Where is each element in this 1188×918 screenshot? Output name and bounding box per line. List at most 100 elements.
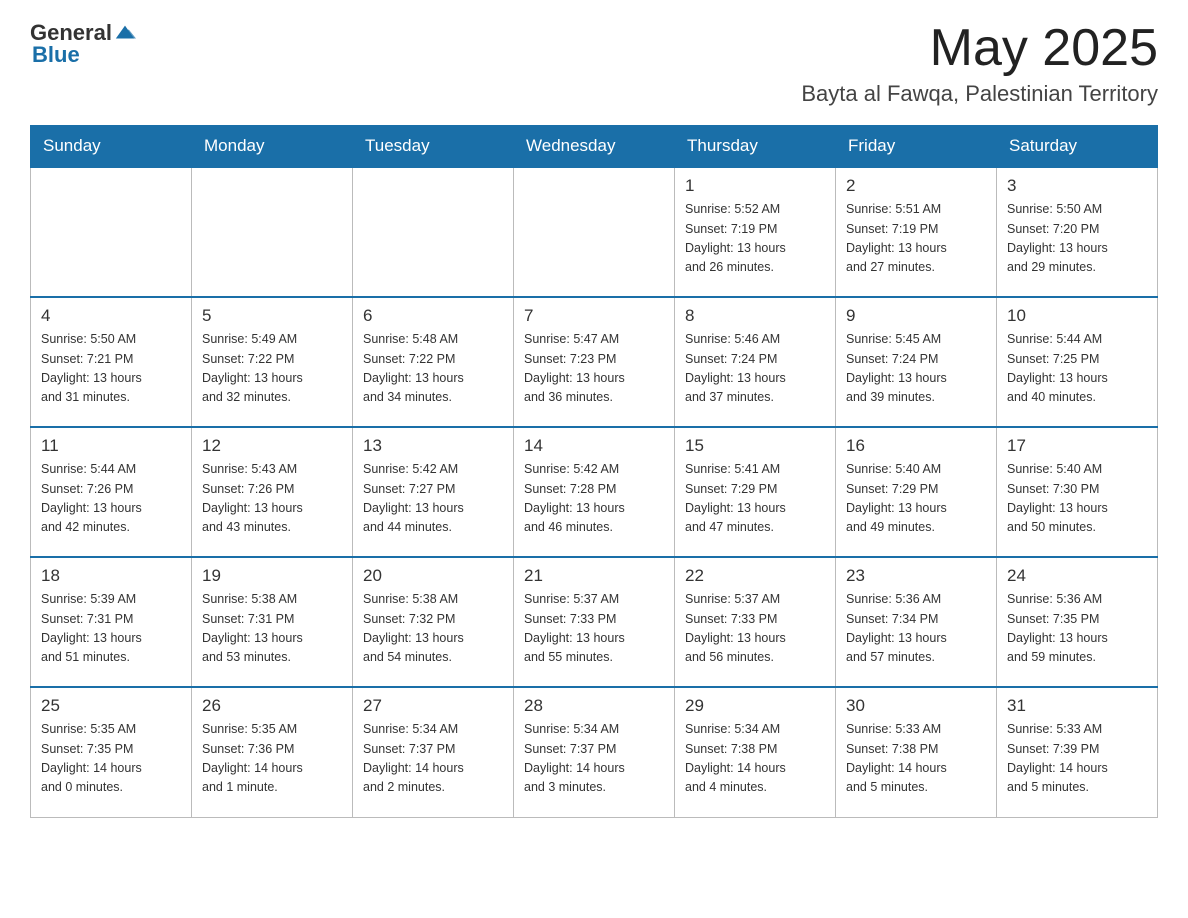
day-number: 17 bbox=[1007, 436, 1147, 456]
calendar-cell: 5Sunrise: 5:49 AMSunset: 7:22 PMDaylight… bbox=[192, 297, 353, 427]
calendar-cell: 23 Sunrise: 5:36 AMSunset: 7:34 PMDayligh… bbox=[836, 557, 997, 687]
day-number: 13 bbox=[363, 436, 503, 456]
day-number: 19 bbox=[202, 566, 342, 586]
day-info: Sunrise: 5:47 AMSunset: 7:23 PMDaylight:… bbox=[524, 330, 664, 408]
calendar-cell bbox=[192, 167, 353, 297]
day-info: Sunrise: 5:39 AMSunset: 7:31 PMDaylight:… bbox=[41, 590, 181, 668]
day-info: Sunrise: 5:41 AMSunset: 7:29 PMDaylight:… bbox=[685, 460, 825, 538]
calendar-cell: 13 Sunrise: 5:42 AMSunset: 7:27 PMDayligh… bbox=[353, 427, 514, 557]
day-number: 11 bbox=[41, 436, 181, 456]
calendar-cell: 24 Sunrise: 5:36 AMSunset: 7:35 PMDayligh… bbox=[997, 557, 1158, 687]
weekday-header-row: SundayMondayTuesdayWednesdayThursdayFrid… bbox=[31, 126, 1158, 168]
week-row-5: 25Sunrise: 5:35 AMSunset: 7:35 PMDayligh… bbox=[31, 687, 1158, 817]
day-info: Sunrise: 5:37 AMSunset: 7:33 PMDaylight:… bbox=[524, 590, 664, 668]
day-number: 23 bbox=[846, 566, 986, 586]
calendar-cell: 16 Sunrise: 5:40 AMSunset: 7:29 PMDayligh… bbox=[836, 427, 997, 557]
weekday-header-thursday: Thursday bbox=[675, 126, 836, 168]
calendar-cell: 18 Sunrise: 5:39 AMSunset: 7:31 PMDayligh… bbox=[31, 557, 192, 687]
calendar-cell: 15 Sunrise: 5:41 AMSunset: 7:29 PMDayligh… bbox=[675, 427, 836, 557]
day-number: 16 bbox=[846, 436, 986, 456]
calendar-cell: 1Sunrise: 5:52 AMSunset: 7:19 PMDaylight… bbox=[675, 167, 836, 297]
day-number: 22 bbox=[685, 566, 825, 586]
day-info: Sunrise: 5:43 AMSunset: 7:26 PMDaylight:… bbox=[202, 460, 342, 538]
calendar-cell bbox=[31, 167, 192, 297]
calendar-cell bbox=[514, 167, 675, 297]
calendar-cell bbox=[353, 167, 514, 297]
calendar-cell: 14Sunrise: 5:42 AMSunset: 7:28 PMDayligh… bbox=[514, 427, 675, 557]
calendar-table: SundayMondayTuesdayWednesdayThursdayFrid… bbox=[30, 125, 1158, 818]
calendar-cell: 9Sunrise: 5:45 AMSunset: 7:24 PMDaylight… bbox=[836, 297, 997, 427]
day-number: 10 bbox=[1007, 306, 1147, 326]
day-info: Sunrise: 5:50 AMSunset: 7:20 PMDaylight:… bbox=[1007, 200, 1147, 278]
weekday-header-monday: Monday bbox=[192, 126, 353, 168]
day-info: Sunrise: 5:34 AMSunset: 7:37 PMDaylight:… bbox=[363, 720, 503, 798]
day-number: 21 bbox=[524, 566, 664, 586]
weekday-header-sunday: Sunday bbox=[31, 126, 192, 168]
day-info: Sunrise: 5:50 AMSunset: 7:21 PMDaylight:… bbox=[41, 330, 181, 408]
day-number: 12 bbox=[202, 436, 342, 456]
day-number: 4 bbox=[41, 306, 181, 326]
calendar-cell: 17 Sunrise: 5:40 AMSunset: 7:30 PMDayligh… bbox=[997, 427, 1158, 557]
day-info: Sunrise: 5:36 AMSunset: 7:34 PMDaylight:… bbox=[846, 590, 986, 668]
logo-icon bbox=[114, 22, 136, 44]
day-number: 15 bbox=[685, 436, 825, 456]
day-info: Sunrise: 5:38 AMSunset: 7:31 PMDaylight:… bbox=[202, 590, 342, 668]
month-title: May 2025 bbox=[801, 20, 1158, 77]
location-title: Bayta al Fawqa, Palestinian Territory bbox=[801, 81, 1158, 107]
calendar-cell: 27Sunrise: 5:34 AMSunset: 7:37 PMDayligh… bbox=[353, 687, 514, 817]
day-number: 28 bbox=[524, 696, 664, 716]
calendar-cell: 30 Sunrise: 5:33 AMSunset: 7:38 PMDayligh… bbox=[836, 687, 997, 817]
calendar-cell: 20Sunrise: 5:38 AMSunset: 7:32 PMDayligh… bbox=[353, 557, 514, 687]
calendar-cell: 3 Sunrise: 5:50 AMSunset: 7:20 PMDaylight… bbox=[997, 167, 1158, 297]
logo: General Blue bbox=[30, 20, 136, 68]
day-number: 14 bbox=[524, 436, 664, 456]
day-number: 6 bbox=[363, 306, 503, 326]
calendar-cell: 19 Sunrise: 5:38 AMSunset: 7:31 PMDayligh… bbox=[192, 557, 353, 687]
day-info: Sunrise: 5:44 AMSunset: 7:25 PMDaylight:… bbox=[1007, 330, 1147, 408]
day-info: Sunrise: 5:36 AMSunset: 7:35 PMDaylight:… bbox=[1007, 590, 1147, 668]
calendar-cell: 6 Sunrise: 5:48 AMSunset: 7:22 PMDaylight… bbox=[353, 297, 514, 427]
day-number: 9 bbox=[846, 306, 986, 326]
calendar-cell: 11 Sunrise: 5:44 AMSunset: 7:26 PMDayligh… bbox=[31, 427, 192, 557]
calendar-cell: 26Sunrise: 5:35 AMSunset: 7:36 PMDayligh… bbox=[192, 687, 353, 817]
week-row-2: 4 Sunrise: 5:50 AMSunset: 7:21 PMDaylight… bbox=[31, 297, 1158, 427]
day-info: Sunrise: 5:38 AMSunset: 7:32 PMDaylight:… bbox=[363, 590, 503, 668]
title-block: May 2025 Bayta al Fawqa, Palestinian Ter… bbox=[801, 20, 1158, 107]
week-row-1: 1Sunrise: 5:52 AMSunset: 7:19 PMDaylight… bbox=[31, 167, 1158, 297]
calendar-cell: 2Sunrise: 5:51 AMSunset: 7:19 PMDaylight… bbox=[836, 167, 997, 297]
weekday-header-friday: Friday bbox=[836, 126, 997, 168]
day-number: 31 bbox=[1007, 696, 1147, 716]
day-info: Sunrise: 5:49 AMSunset: 7:22 PMDaylight:… bbox=[202, 330, 342, 408]
day-number: 30 bbox=[846, 696, 986, 716]
page-header: General Blue May 2025 Bayta al Fawqa, Pa… bbox=[30, 20, 1158, 107]
week-row-4: 18 Sunrise: 5:39 AMSunset: 7:31 PMDayligh… bbox=[31, 557, 1158, 687]
day-number: 18 bbox=[41, 566, 181, 586]
day-info: Sunrise: 5:37 AMSunset: 7:33 PMDaylight:… bbox=[685, 590, 825, 668]
calendar-cell: 8Sunrise: 5:46 AMSunset: 7:24 PMDaylight… bbox=[675, 297, 836, 427]
day-info: Sunrise: 5:48 AMSunset: 7:22 PMDaylight:… bbox=[363, 330, 503, 408]
day-info: Sunrise: 5:44 AMSunset: 7:26 PMDaylight:… bbox=[41, 460, 181, 538]
weekday-header-tuesday: Tuesday bbox=[353, 126, 514, 168]
day-info: Sunrise: 5:33 AMSunset: 7:39 PMDaylight:… bbox=[1007, 720, 1147, 798]
day-number: 1 bbox=[685, 176, 825, 196]
day-number: 24 bbox=[1007, 566, 1147, 586]
day-info: Sunrise: 5:40 AMSunset: 7:29 PMDaylight:… bbox=[846, 460, 986, 538]
weekday-header-wednesday: Wednesday bbox=[514, 126, 675, 168]
calendar-cell: 4 Sunrise: 5:50 AMSunset: 7:21 PMDaylight… bbox=[31, 297, 192, 427]
day-info: Sunrise: 5:40 AMSunset: 7:30 PMDaylight:… bbox=[1007, 460, 1147, 538]
day-info: Sunrise: 5:33 AMSunset: 7:38 PMDaylight:… bbox=[846, 720, 986, 798]
calendar-cell: 22 Sunrise: 5:37 AMSunset: 7:33 PMDayligh… bbox=[675, 557, 836, 687]
day-info: Sunrise: 5:42 AMSunset: 7:27 PMDaylight:… bbox=[363, 460, 503, 538]
day-number: 29 bbox=[685, 696, 825, 716]
calendar-cell: 12 Sunrise: 5:43 AMSunset: 7:26 PMDayligh… bbox=[192, 427, 353, 557]
calendar-cell: 28Sunrise: 5:34 AMSunset: 7:37 PMDayligh… bbox=[514, 687, 675, 817]
calendar-cell: 29Sunrise: 5:34 AMSunset: 7:38 PMDayligh… bbox=[675, 687, 836, 817]
day-number: 3 bbox=[1007, 176, 1147, 196]
day-info: Sunrise: 5:35 AMSunset: 7:35 PMDaylight:… bbox=[41, 720, 181, 798]
week-row-3: 11 Sunrise: 5:44 AMSunset: 7:26 PMDayligh… bbox=[31, 427, 1158, 557]
weekday-header-saturday: Saturday bbox=[997, 126, 1158, 168]
logo-text-blue: Blue bbox=[32, 42, 80, 68]
calendar-cell: 7Sunrise: 5:47 AMSunset: 7:23 PMDaylight… bbox=[514, 297, 675, 427]
calendar-cell: 25Sunrise: 5:35 AMSunset: 7:35 PMDayligh… bbox=[31, 687, 192, 817]
day-info: Sunrise: 5:35 AMSunset: 7:36 PMDaylight:… bbox=[202, 720, 342, 798]
